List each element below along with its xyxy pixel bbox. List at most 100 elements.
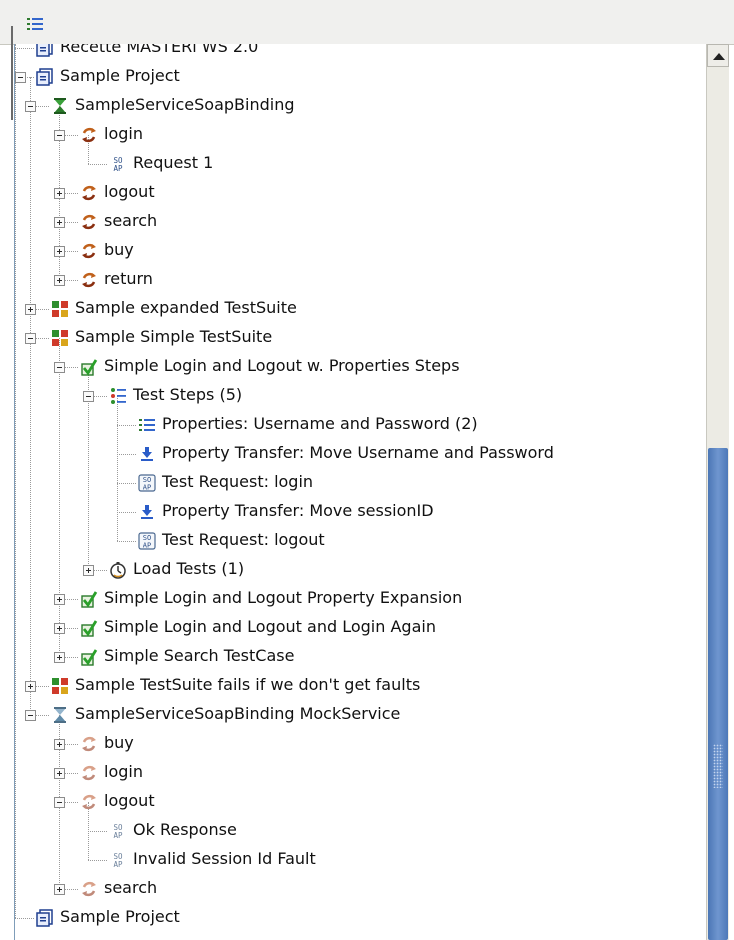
tree-node-simple-login-and-logout-property-expansion[interactable]: Simple Login and Logout Property Expansi… [15,584,705,613]
tree-node-test-request-logout[interactable]: SO AP Test Request: logout [15,526,705,555]
tree-node-load-tests-1[interactable]: Load Tests (1) [15,555,705,584]
soapui-navigator-window: Recette MASTERi WS 2.0 Sample Project Samp… [0,0,734,940]
svg-text:AP: AP [113,164,123,173]
interface-icon [51,97,69,115]
testcase-icon [80,619,98,637]
tree-node-sample-expanded-testsuite[interactable]: Sample expanded TestSuite [15,294,705,323]
tree-node-simple-login-and-logout-and-login-again[interactable]: Simple Login and Logout and Login Again [15,613,705,642]
project-tree[interactable]: Recette MASTERi WS 2.0 Sample Project Samp… [15,44,707,940]
tree-node-request-1[interactable]: SO AP Request 1 [15,149,705,178]
tree-node-ok-response[interactable]: SO AP Ok Response [15,816,705,845]
tree-node-label: SampleServiceSoapBinding [75,95,295,114]
tree-node-buy[interactable]: buy [15,729,705,758]
tree-node-login[interactable]: login [15,120,705,149]
collapse-icon[interactable] [83,391,94,402]
mock-operation-icon [80,735,98,753]
tree-node-sample-simple-testsuite[interactable]: Sample Simple TestSuite [15,323,705,352]
project-icon [36,909,54,927]
navigator-toolbar [0,0,734,45]
expand-icon[interactable] [54,623,65,634]
tree-node-login[interactable]: login [15,758,705,787]
tree-node-label: Sample expanded TestSuite [75,298,297,317]
tree-branch-line [15,48,34,49]
property-transfer-icon [138,445,156,463]
expand-icon[interactable] [25,681,36,692]
tree-node-property-transfer-move-username-and-password[interactable]: Property Transfer: Move Username and Pas… [15,439,705,468]
operation-icon [80,126,98,144]
tree-node-recette-masteri-ws-2-0[interactable]: Recette MASTERi WS 2.0 [15,44,705,62]
tree-node-label: logout [104,791,155,810]
tree-node-logout[interactable]: logout [15,178,705,207]
expand-icon[interactable] [25,304,36,315]
tree-node-logout[interactable]: logout [15,787,705,816]
tree-branch-line [117,483,136,484]
tree-node-return[interactable]: return [15,265,705,294]
expand-icon[interactable] [54,275,65,286]
svg-text:AP: AP [113,860,123,869]
expand-icon[interactable] [54,739,65,750]
project-tree-panel[interactable]: Recette MASTERi WS 2.0 Sample Project Samp… [14,44,707,940]
operation-icon [80,184,98,202]
expand-icon[interactable] [54,188,65,199]
testcase-icon [80,358,98,376]
tree-node-label: login [104,762,143,781]
tree-node-sample-project[interactable]: Sample Project [15,903,705,932]
vertical-scrollbar[interactable] [706,44,729,940]
expand-icon[interactable] [54,594,65,605]
expand-icon[interactable] [83,565,94,576]
tree-node-invalid-session-id-fault[interactable]: SO AP Invalid Session Id Fault [15,845,705,874]
testcase-icon [80,648,98,666]
tree-node-label: Property Transfer: Move sessionID [162,501,434,520]
tree-node-label: Test Steps (5) [133,385,243,404]
svg-text:AP: AP [143,542,151,550]
tree-node-sampleservicesoapbinding-mockservice[interactable]: SampleServiceSoapBinding MockService [15,700,705,729]
tree-node-test-steps-5[interactable]: Test Steps (5) [15,381,705,410]
testsuite-icon [51,677,69,695]
collapse-icon[interactable] [25,710,36,721]
tree-node-properties-username-and-password-2[interactable]: Properties: Username and Password (2) [15,410,705,439]
expand-icon[interactable] [54,246,65,257]
tree-node-simple-login-and-logout-w-properties-steps[interactable]: Simple Login and Logout w. Properties St… [15,352,705,381]
tree-node-sample-testsuite-fails-if-we-don-t-get-faults[interactable]: Sample TestSuite fails if we don't get f… [15,671,705,700]
expand-icon[interactable] [54,217,65,228]
mockservice-icon [51,706,69,724]
mock-response-icon: SO AP [109,851,127,869]
collapse-icon[interactable] [25,101,36,112]
tree-node-label: logout [104,182,155,201]
tree-node-sample-project[interactable]: Sample Project [15,62,705,91]
tree-node-label: Simple Login and Logout Property Expansi… [104,588,463,607]
tree-node-label: buy [104,240,134,259]
scroll-thumb[interactable] [708,448,728,940]
operation-icon [80,271,98,289]
expand-icon[interactable] [54,652,65,663]
mock-operation-icon [80,764,98,782]
tree-node-search[interactable]: search [15,874,705,903]
expand-icon[interactable] [54,768,65,779]
expand-icon[interactable] [54,884,65,895]
tree-node-label: Simple Login and Logout and Login Again [104,617,436,636]
tree-node-simple-search-testcase[interactable]: Simple Search TestCase [15,642,705,671]
tree-branch-line [88,860,107,861]
tree-node-buy[interactable]: buy [15,236,705,265]
mock-response-icon: SO AP [109,822,127,840]
tree-node-label: Sample Simple TestSuite [75,327,273,346]
tree-node-label: Test Request: logout [162,530,325,549]
collapse-icon[interactable] [54,362,65,373]
tree-node-label: Sample Project [60,66,180,85]
tree-node-test-request-login[interactable]: SO AP Test Request: login [15,468,705,497]
tree-node-label: search [104,211,158,230]
tree-node-property-transfer-move-sessionid[interactable]: Property Transfer: Move sessionID [15,497,705,526]
scroll-up-button[interactable] [707,44,729,67]
collapse-icon[interactable] [25,333,36,344]
collapse-icon[interactable] [54,130,65,141]
test-steps-icon [109,387,127,405]
tree-node-sampleservicesoapbinding[interactable]: SampleServiceSoapBinding [15,91,705,120]
properties-list-icon[interactable] [26,16,44,32]
tree-node-label: Properties: Username and Password (2) [162,414,478,433]
tree-node-search[interactable]: search [15,207,705,236]
collapse-icon[interactable] [15,72,26,83]
collapse-icon[interactable] [54,797,65,808]
tree-node-label: Simple Search TestCase [104,646,295,665]
properties-icon [138,416,156,434]
tree-node-label: buy [104,733,134,752]
